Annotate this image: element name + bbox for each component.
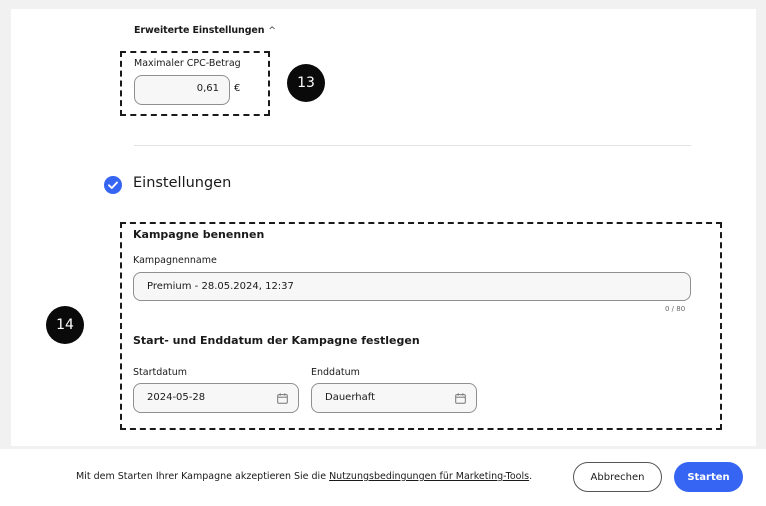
terms-text: Mit dem Starten Ihrer Kampagne akzeptier… <box>76 471 532 482</box>
terms-link[interactable]: Nutzungsbedingungen für Marketing-Tools <box>329 471 529 482</box>
advanced-settings-toggle[interactable]: Erweiterte Einstellungen ^ <box>134 25 276 36</box>
terms-prefix: Mit dem Starten Ihrer Kampagne akzeptier… <box>76 471 330 482</box>
section-divider <box>134 145 691 146</box>
max-cpc-label: Maximaler CPC-Betrag <box>134 58 241 69</box>
campaign-name-heading: Kampagne benennen <box>133 228 265 241</box>
calendar-icon[interactable] <box>277 393 288 404</box>
chevron-up-icon: ^ <box>268 26 276 36</box>
start-button[interactable]: Starten <box>674 462 743 492</box>
dates-heading: Start- und Enddatum der Kampagne festleg… <box>133 334 420 347</box>
marker-badge-14: 14 <box>46 306 84 344</box>
start-date-value: 2024-05-28 <box>147 392 206 403</box>
terms-suffix: . <box>529 471 533 482</box>
marker-badge-13: 13 <box>287 64 325 102</box>
check-circle-icon <box>104 176 122 194</box>
end-date-value: Dauerhaft <box>325 392 375 403</box>
advanced-settings-title: Erweiterte Einstellungen <box>134 25 265 36</box>
start-date-label: Startdatum <box>133 367 188 378</box>
start-date-input[interactable]: 2024-05-28 <box>133 383 299 413</box>
end-date-input[interactable]: Dauerhaft <box>311 383 477 413</box>
campaign-name-input[interactable]: Premium - 28.05.2024, 12:37 <box>133 272 691 301</box>
max-cpc-input[interactable]: 0,61 <box>134 75 230 105</box>
cancel-button[interactable]: Abbrechen <box>573 462 662 492</box>
page: Erweiterte Einstellungen ^ Maximaler CPC-… <box>0 0 766 506</box>
campaign-name-label: Kampagnenname <box>133 255 217 266</box>
settings-section-title: Einstellungen <box>133 175 232 191</box>
currency-unit: € <box>234 83 241 94</box>
end-date-label: Enddatum <box>311 367 360 378</box>
char-counter: 0 / 80 <box>665 305 686 313</box>
calendar-icon[interactable] <box>455 393 466 404</box>
